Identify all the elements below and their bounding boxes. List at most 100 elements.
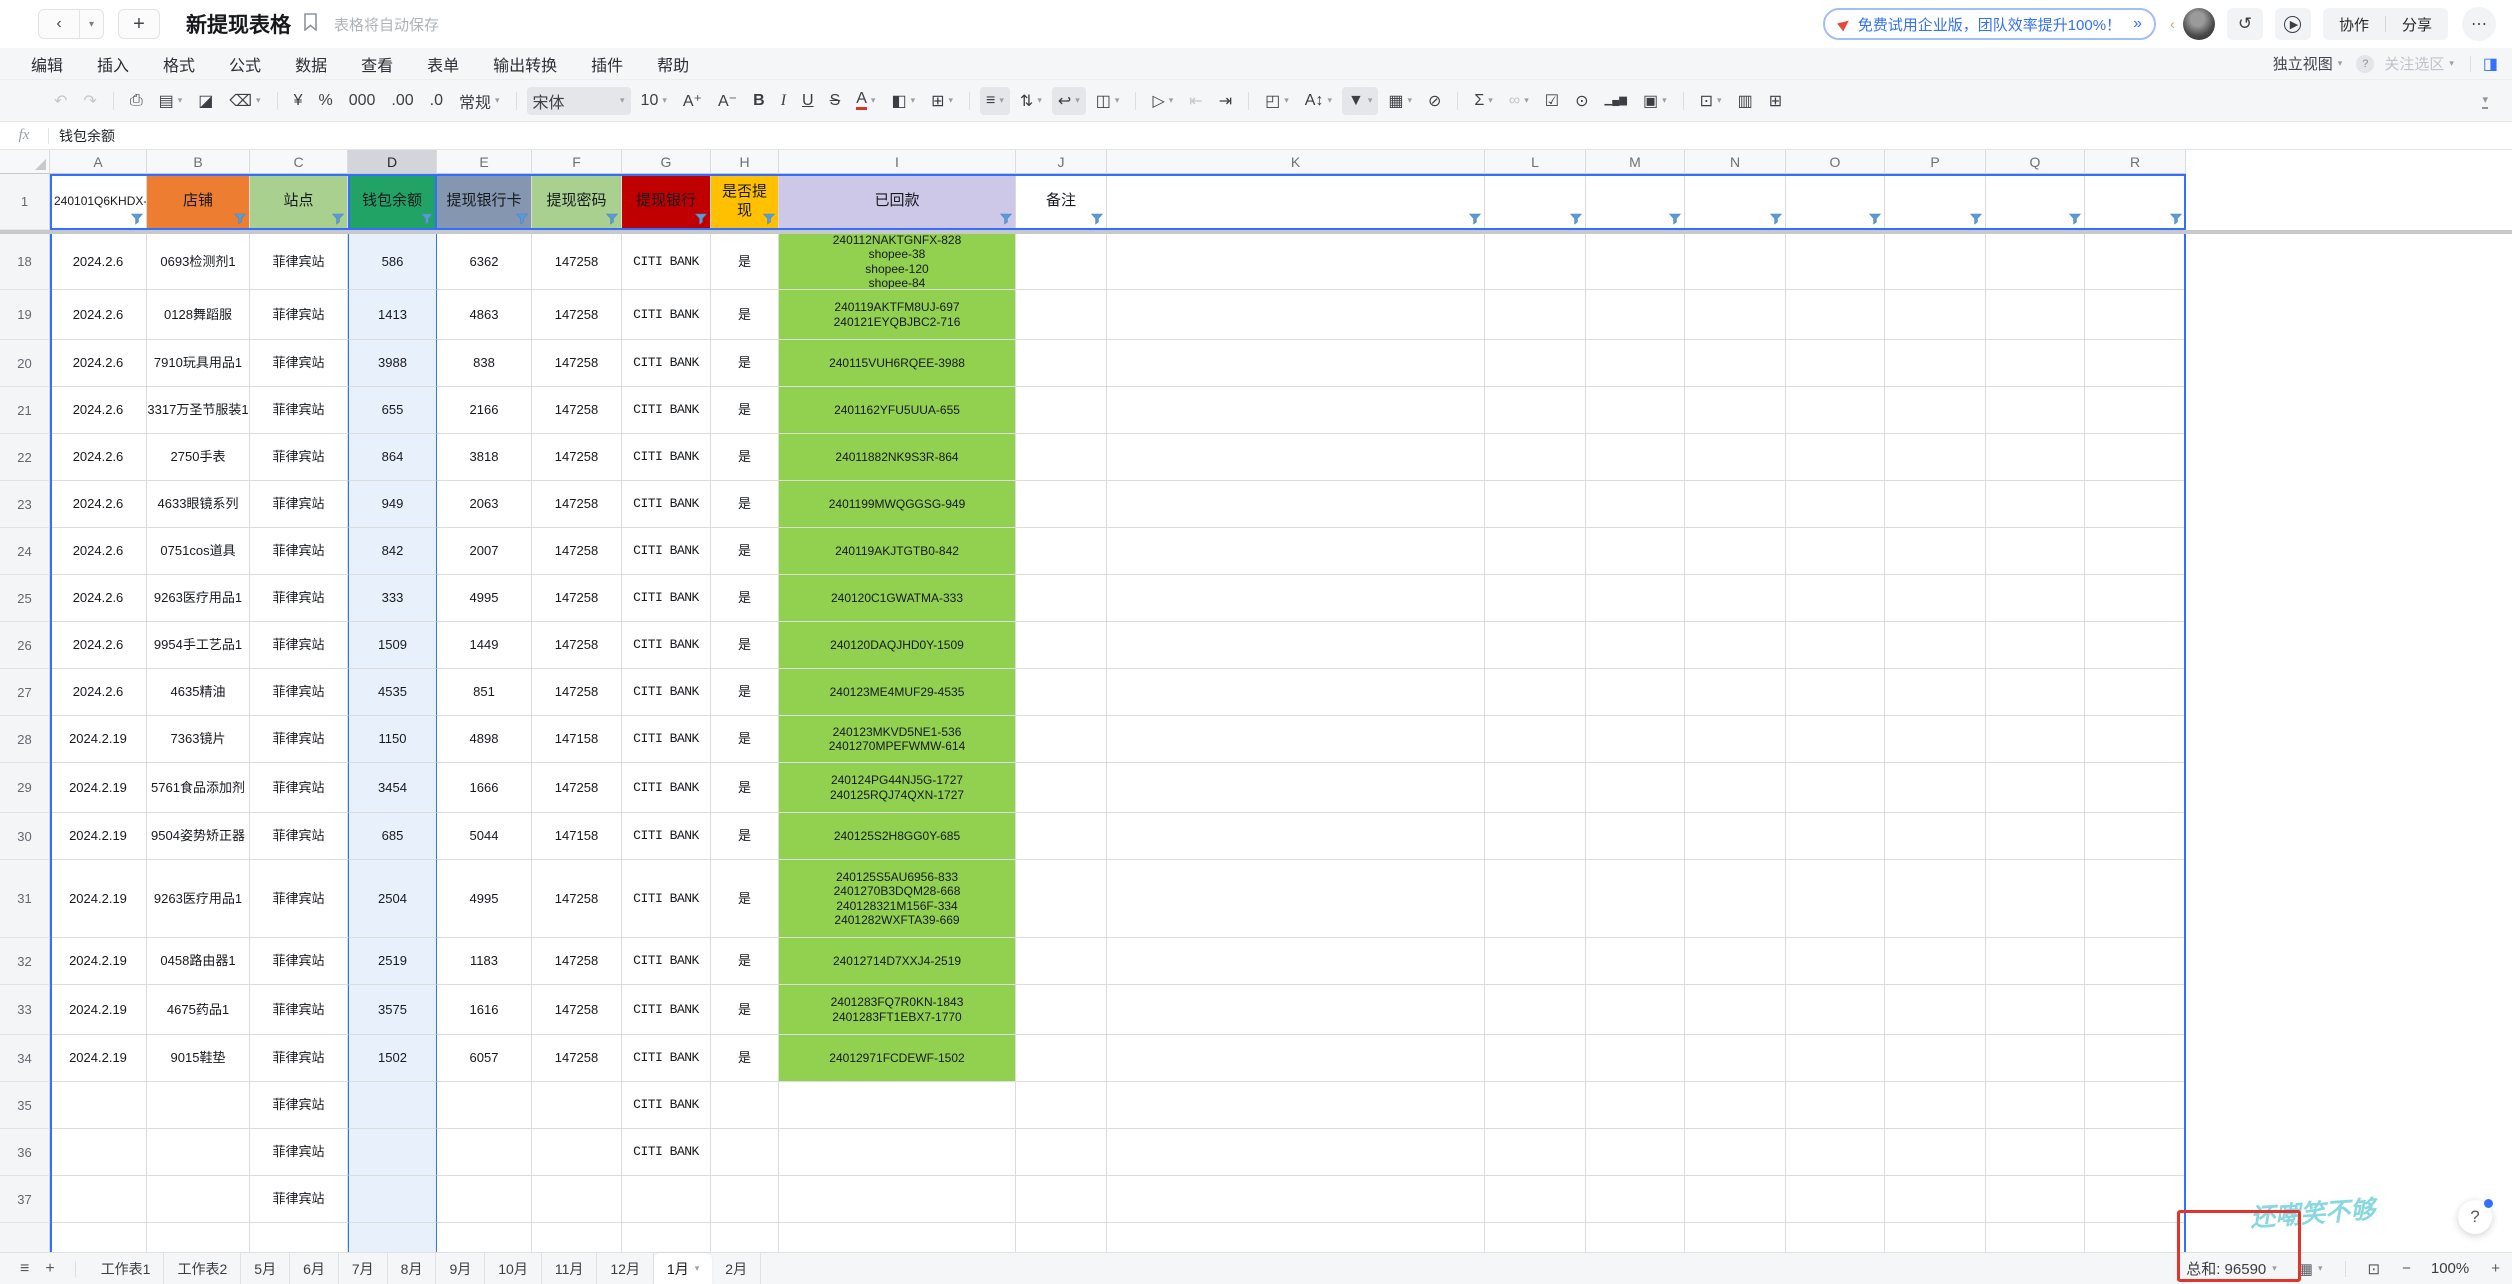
cell-O26[interactable]	[1786, 622, 1885, 669]
cell-I25[interactable]: 240120C1GWATMA-333	[779, 575, 1016, 622]
filter-icon[interactable]	[1669, 213, 1681, 225]
new-document-button[interactable]: +	[118, 9, 160, 39]
horizontal-align-button[interactable]: ≡ ▾	[980, 86, 1010, 115]
cell-J23[interactable]	[1016, 481, 1107, 528]
sheet-list-icon[interactable]: ≡	[20, 1260, 29, 1278]
cell-R30[interactable]	[2085, 813, 2186, 860]
cell-L35[interactable]	[1485, 1082, 1586, 1129]
cell-B37[interactable]	[147, 1176, 250, 1223]
tab-dec[interactable]: 12月	[597, 1253, 654, 1284]
cell-P28[interactable]	[1885, 716, 1986, 763]
cell-C23[interactable]: 菲律宾站	[250, 481, 348, 528]
cell-A34[interactable]: 2024.2.19	[50, 1035, 147, 1082]
row-header-38[interactable]	[0, 1223, 50, 1252]
cell-M25[interactable]	[1586, 575, 1685, 622]
zoom-level[interactable]: 100%	[2431, 1260, 2469, 1277]
cell-Q21[interactable]	[1986, 387, 2085, 434]
cell-L32[interactable]	[1485, 938, 1586, 985]
cell-N20[interactable]	[1685, 340, 1786, 387]
cell-B20[interactable]: 7910玩具用品1	[147, 340, 250, 387]
cell-H37[interactable]	[711, 1176, 779, 1223]
cell-O38[interactable]	[1786, 1223, 1885, 1252]
cell-B30[interactable]: 9504姿势矫正器	[147, 813, 250, 860]
cell-K26[interactable]	[1107, 622, 1485, 669]
cell-E25[interactable]: 4995	[437, 575, 532, 622]
cell-N18[interactable]	[1685, 234, 1786, 290]
new-comment-button[interactable]: ⊞	[1763, 87, 1788, 115]
cell-M38[interactable]	[1586, 1223, 1685, 1252]
col-header-C[interactable]: C	[250, 150, 348, 174]
col-header-O[interactable]: O	[1786, 150, 1885, 174]
cell-P33[interactable]	[1885, 985, 1986, 1035]
col-header-N[interactable]: N	[1685, 150, 1786, 174]
cell-H32[interactable]: 是	[711, 938, 779, 985]
cell-H24[interactable]: 是	[711, 528, 779, 575]
cell-O31[interactable]	[1786, 860, 1885, 938]
cell-R37[interactable]	[2085, 1176, 2186, 1223]
follow-selection-dropdown[interactable]: 关注选区	[2384, 53, 2444, 74]
cell-J1[interactable]: 备注	[1016, 174, 1107, 230]
cell-E22[interactable]: 3818	[437, 434, 532, 481]
cell-B21[interactable]: 3317万圣节服装1	[147, 387, 250, 434]
cell-K25[interactable]	[1107, 575, 1485, 622]
italic-button[interactable]: I	[775, 87, 792, 115]
filter-icon[interactable]	[2069, 213, 2081, 225]
cell-Q37[interactable]	[1986, 1176, 2085, 1223]
cell-M26[interactable]	[1586, 622, 1685, 669]
cell-L20[interactable]	[1485, 340, 1586, 387]
tab-jun[interactable]: 6月	[290, 1253, 339, 1284]
cell-K28[interactable]	[1107, 716, 1485, 763]
cell-I24[interactable]: 240119AKJTGTB0-842	[779, 528, 1016, 575]
row-header-27[interactable]: 27	[0, 669, 50, 716]
cell-K19[interactable]	[1107, 290, 1485, 340]
cell-I31[interactable]: 240125S5AU6956-833 2401270B3DQM28-668 2401…	[779, 860, 1016, 938]
cell-I28[interactable]: 240123MKVD5NE1-536 2401270MPEFWMW-614	[779, 716, 1016, 763]
cell-A27[interactable]: 2024.2.6	[50, 669, 147, 716]
filter-icon[interactable]	[1000, 213, 1012, 225]
cell-Q22[interactable]	[1986, 434, 2085, 481]
sum-button[interactable]: Σ ▾	[1468, 87, 1498, 115]
row-header-31[interactable]: 31	[0, 860, 50, 938]
row-header-30[interactable]: 30	[0, 813, 50, 860]
cell-Q31[interactable]	[1986, 860, 2085, 938]
cell-J37[interactable]	[1016, 1176, 1107, 1223]
menu-insert[interactable]: 插入	[80, 52, 146, 76]
cell-D37[interactable]	[348, 1176, 437, 1223]
col-header-E[interactable]: E	[437, 150, 532, 174]
cell-N37[interactable]	[1685, 1176, 1786, 1223]
cell-C36[interactable]: 菲律宾站	[250, 1129, 348, 1176]
cell-Q35[interactable]	[1986, 1082, 2085, 1129]
cell-O1[interactable]	[1786, 174, 1885, 230]
sort-button[interactable]: A↕ ▾	[1299, 87, 1338, 115]
cell-M23[interactable]	[1586, 481, 1685, 528]
cell-F31[interactable]: 147258	[532, 860, 622, 938]
cell-E21[interactable]: 2166	[437, 387, 532, 434]
number-format-button[interactable]: 常规 ▾	[453, 87, 506, 115]
cell-L27[interactable]	[1485, 669, 1586, 716]
cell-B22[interactable]: 2750手表	[147, 434, 250, 481]
row-header-37[interactable]: 37	[0, 1176, 50, 1223]
cell-R24[interactable]	[2085, 528, 2186, 575]
cell-O21[interactable]	[1786, 387, 1885, 434]
cell-E27[interactable]: 851	[437, 669, 532, 716]
cell-H27[interactable]: 是	[711, 669, 779, 716]
cell-I1[interactable]: 已回款	[779, 174, 1016, 230]
filter-icon[interactable]	[763, 213, 775, 225]
cell-E34[interactable]: 6057	[437, 1035, 532, 1082]
cell-G27[interactable]: CITI BANK	[622, 669, 711, 716]
row-header-36[interactable]: 36	[0, 1129, 50, 1176]
cell-L25[interactable]	[1485, 575, 1586, 622]
cell-A26[interactable]: 2024.2.6	[50, 622, 147, 669]
row-header-35[interactable]: 35	[0, 1082, 50, 1129]
cell-L19[interactable]	[1485, 290, 1586, 340]
cell-A18[interactable]: 2024.2.6	[50, 234, 147, 290]
cell-F38[interactable]	[532, 1223, 622, 1252]
cell-Q36[interactable]	[1986, 1129, 2085, 1176]
cell-J29[interactable]	[1016, 763, 1107, 813]
cell-I30[interactable]: 240125S2H8GG0Y-685	[779, 813, 1016, 860]
cell-N28[interactable]	[1685, 716, 1786, 763]
cell-M27[interactable]	[1586, 669, 1685, 716]
cell-R28[interactable]	[2085, 716, 2186, 763]
help-icon[interactable]: ?	[2356, 54, 2375, 73]
cell-J31[interactable]	[1016, 860, 1107, 938]
